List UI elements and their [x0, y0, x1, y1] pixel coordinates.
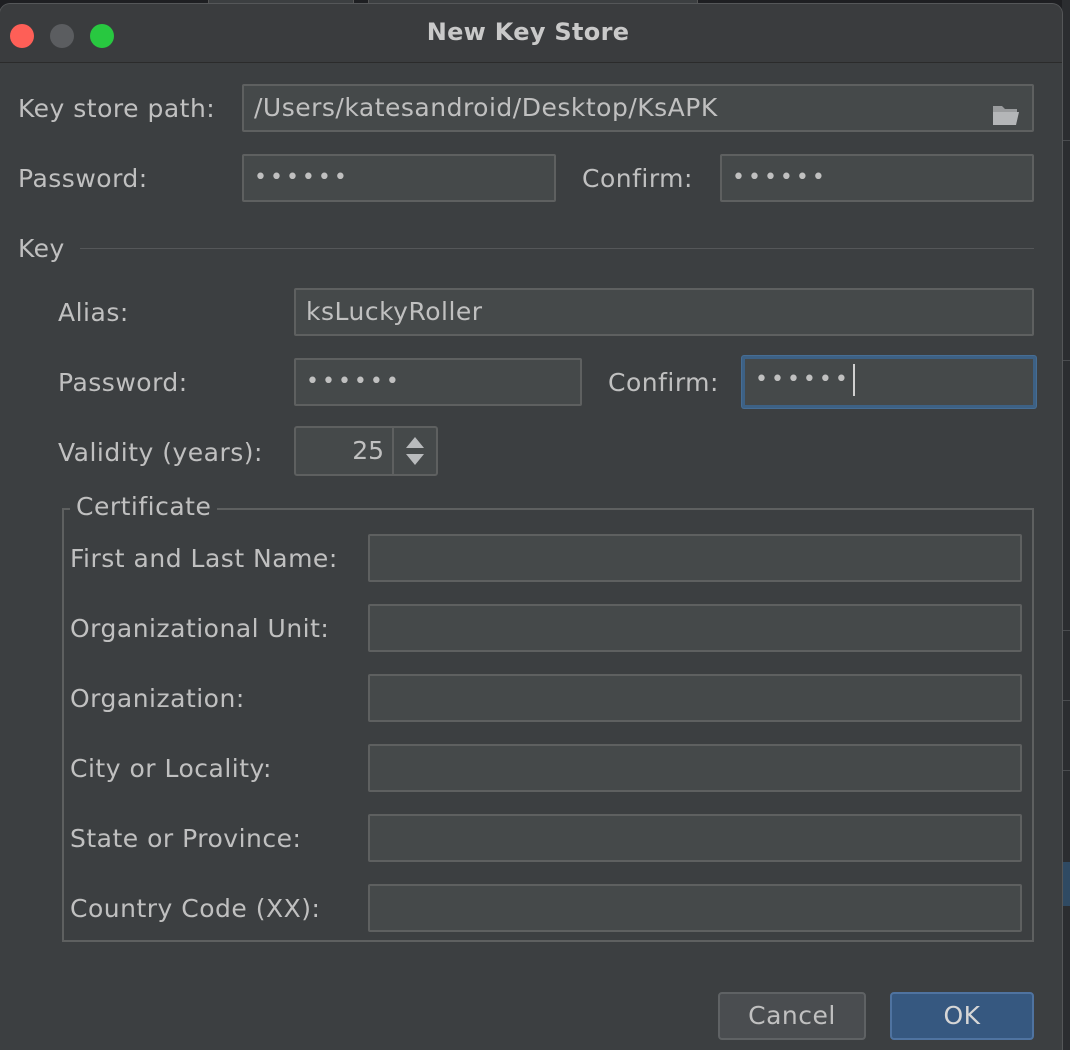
- folder-icon[interactable]: [992, 96, 1022, 125]
- alias-label: Alias:: [58, 298, 129, 327]
- title-bar: New Key Store: [0, 4, 1062, 63]
- background-panel: [1062, 0, 1070, 1050]
- key-confirm-input[interactable]: ••••••: [742, 356, 1036, 408]
- first-last-name-input[interactable]: [368, 534, 1022, 582]
- key-section-label: Key: [18, 234, 65, 263]
- stepper-arrows-icon[interactable]: [402, 434, 428, 468]
- keystore-password-input[interactable]: ••••••: [242, 154, 556, 202]
- cert-label-state: State or Province:: [70, 824, 302, 853]
- country-code-input[interactable]: [368, 884, 1022, 932]
- text-caret: [852, 364, 855, 396]
- validity-value: 25: [352, 436, 384, 465]
- key-password-input[interactable]: ••••••: [294, 358, 582, 406]
- certificate-title: Certificate: [70, 492, 218, 521]
- state-province-input[interactable]: [368, 814, 1022, 862]
- cert-label-name: First and Last Name:: [70, 544, 338, 573]
- keystore-password-label: Password:: [18, 164, 148, 193]
- city-locality-input[interactable]: [368, 744, 1022, 792]
- keystore-path-label: Key store path:: [18, 94, 216, 123]
- ok-button[interactable]: OK: [890, 992, 1034, 1040]
- organization-input[interactable]: [368, 674, 1022, 722]
- keystore-confirm-input[interactable]: ••••••: [720, 154, 1034, 202]
- validity-label: Validity (years):: [58, 438, 263, 467]
- key-confirm-value: ••••••: [755, 367, 851, 392]
- key-password-label: Password:: [58, 368, 188, 397]
- keystore-confirm-label: Confirm:: [582, 164, 693, 193]
- validity-stepper[interactable]: 25: [294, 426, 438, 476]
- alias-input[interactable]: ksLuckyRoller: [294, 288, 1034, 336]
- keystore-path-value: /Users/katesandroid/Desktop/KsAPK: [254, 93, 718, 122]
- key-confirm-label: Confirm:: [608, 368, 719, 397]
- cert-label-org-unit: Organizational Unit:: [70, 614, 330, 643]
- cert-label-country: Country Code (XX):: [70, 894, 321, 923]
- cancel-button[interactable]: Cancel: [718, 992, 866, 1040]
- cert-label-city: City or Locality:: [70, 754, 272, 783]
- window-title: New Key Store: [426, 18, 630, 46]
- key-section-separator: [80, 248, 1034, 249]
- stepper-divider: [392, 428, 394, 474]
- organizational-unit-input[interactable]: [368, 604, 1022, 652]
- cert-label-organization: Organization:: [70, 684, 245, 713]
- keystore-path-input[interactable]: /Users/katesandroid/Desktop/KsAPK: [242, 84, 1034, 132]
